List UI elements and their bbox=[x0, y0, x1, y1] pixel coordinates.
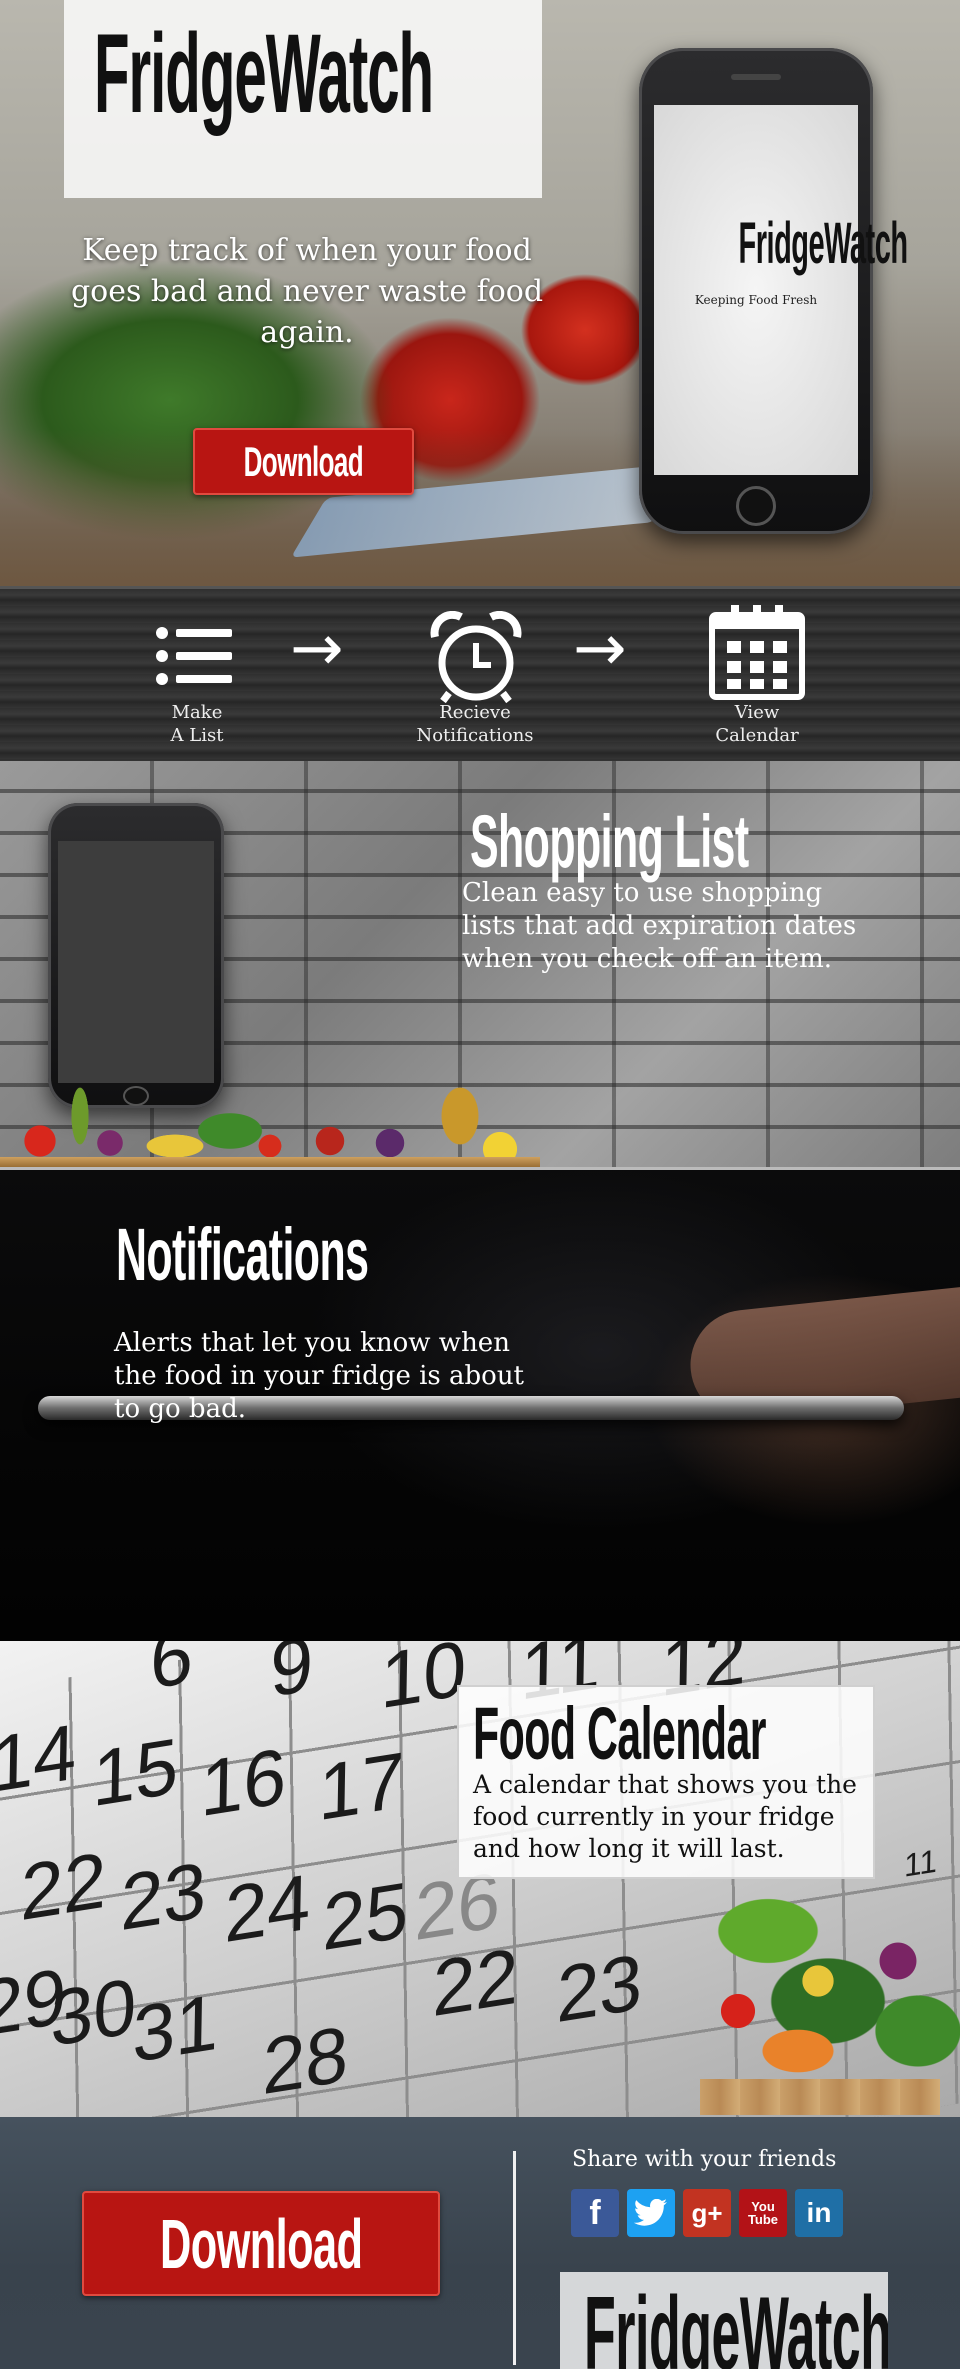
calendar-day-number: 17 bbox=[317, 1734, 406, 1838]
footer-download-button[interactable]: Download bbox=[82, 2191, 440, 2296]
hero-section: FridgeWatch Keep track of when your food… bbox=[0, 0, 960, 586]
share-label: Share with your friends bbox=[572, 2147, 837, 2172]
phone-screen: FridgeWatch Keeping Food Fresh bbox=[654, 105, 909, 475]
calendar-day-number: 11 bbox=[903, 1842, 938, 1884]
notifications-title-text: Notifications bbox=[116, 1213, 369, 1296]
footer-section: Download Share with your friends f g+ Yo… bbox=[0, 2117, 960, 2369]
arrow-right-icon: → bbox=[290, 612, 344, 686]
calendar-day-number: 16 bbox=[199, 1730, 288, 1834]
food-calendar-card: Food Calendar A calendar that shows you … bbox=[457, 1685, 875, 1879]
calendar-day-number: 23 bbox=[555, 1936, 644, 2040]
phone-screen-tagline: Keeping Food Fresh bbox=[694, 293, 818, 307]
calendar-day-number: 10 bbox=[379, 1641, 468, 1726]
phone-screen-logo: FridgeWatch bbox=[654, 210, 909, 277]
calendar-day-number: 6 bbox=[149, 1641, 194, 1707]
step-make-list-label: Make A List bbox=[127, 701, 267, 747]
alarm-clock-icon bbox=[430, 611, 522, 704]
hero-download-button[interactable]: Download bbox=[193, 428, 414, 495]
notifications-body: Alerts that let you know when the food i… bbox=[114, 1328, 525, 1424]
shopping-list-section: Shopping List Clean easy to use shopping… bbox=[0, 761, 960, 1167]
calendar-day-number: 22 bbox=[431, 1930, 520, 2034]
crate-wood bbox=[700, 2079, 940, 2115]
list-icon bbox=[156, 627, 232, 685]
footer-logo: FridgeWatch bbox=[584, 2276, 888, 2369]
step-calendar-line1: View bbox=[734, 702, 780, 723]
logo-banner: FridgeWatch bbox=[64, 0, 542, 198]
arrow-right-icon: → bbox=[573, 612, 627, 686]
calendar-day-number: 15 bbox=[91, 1720, 180, 1824]
hero-tagline: Keep track of when your food goes bad an… bbox=[70, 233, 544, 350]
calendar-day-number: 24 bbox=[223, 1856, 312, 1960]
vegetables-image bbox=[0, 1061, 540, 1167]
calendar-day-number: 22 bbox=[19, 1834, 108, 1938]
step-notifications-label: Recieve Notifications bbox=[405, 701, 545, 747]
youtube-icon[interactable]: You Tube bbox=[739, 2189, 787, 2237]
phone-home-button bbox=[736, 486, 776, 526]
calendar-day-number: 30 bbox=[49, 1960, 138, 2064]
notifications-title: Notifications bbox=[116, 1218, 551, 1292]
step-make-list-line1: Make bbox=[171, 702, 223, 723]
step-calendar-label: View Calendar bbox=[687, 701, 827, 747]
calendar-icon bbox=[709, 605, 805, 700]
step-make-list-line2: A List bbox=[170, 725, 224, 746]
food-calendar-title-text: Food Calendar bbox=[473, 1692, 767, 1775]
footer-divider bbox=[513, 2151, 516, 2365]
twitter-icon[interactable] bbox=[627, 2189, 675, 2237]
calendar-day-number: 31 bbox=[131, 1976, 220, 2080]
step-calendar-line2: Calendar bbox=[715, 725, 799, 746]
phone-screen bbox=[58, 841, 214, 1083]
twitter-bird-icon bbox=[634, 2199, 667, 2226]
hero-phone-mockup: FridgeWatch Keeping Food Fresh bbox=[639, 48, 909, 534]
step-notifications-line2: Notifications bbox=[416, 725, 534, 746]
calendar-day-number: 9 bbox=[269, 1641, 314, 1715]
calendar-day-number: 14 bbox=[0, 1706, 78, 1810]
notifications-section: Notifications Alerts that let you know w… bbox=[0, 1167, 960, 1641]
food-calendar-section: 6 9 10 11 12 14 15 16 17 22 23 24 25 26 … bbox=[0, 1641, 960, 2117]
vegetables-board bbox=[0, 1157, 540, 1167]
hero-download-label: Download bbox=[243, 437, 364, 485]
calendar-day-number: 23 bbox=[119, 1844, 208, 1948]
footer-logo-box: FridgeWatch bbox=[560, 2272, 888, 2369]
food-calendar-body: A calendar that shows you the food curre… bbox=[473, 1770, 857, 1863]
shopping-list-body: Clean easy to use shopping lists that ad… bbox=[462, 878, 857, 974]
calendar-day-number: 28 bbox=[261, 2008, 350, 2112]
steps-section: Make A List → Recieve Notifications → Vi… bbox=[0, 586, 960, 761]
shopping-list-title-text: Shopping List bbox=[470, 800, 749, 883]
google-plus-glyph: g+ bbox=[691, 2197, 723, 2228]
phone-speaker bbox=[731, 74, 781, 80]
site-logo: FridgeWatch bbox=[94, 11, 434, 136]
phone-screen-logo-text: FridgeWatch bbox=[738, 211, 909, 276]
food-calendar-title: Food Calendar bbox=[473, 1697, 960, 1771]
youtube-glyph: You Tube bbox=[747, 2199, 779, 2227]
facebook-icon[interactable]: f bbox=[571, 2189, 619, 2237]
linkedin-glyph: in bbox=[806, 2197, 832, 2228]
google-plus-icon[interactable]: g+ bbox=[683, 2189, 731, 2237]
facebook-glyph: f bbox=[589, 2193, 601, 2232]
linkedin-icon[interactable]: in bbox=[795, 2189, 843, 2237]
calendar-day-number: 25 bbox=[321, 1864, 410, 1968]
shopping-list-title: Shopping List bbox=[470, 805, 950, 879]
step-notifications-line1: Recieve bbox=[439, 702, 511, 723]
footer-download-label: Download bbox=[159, 2204, 363, 2283]
